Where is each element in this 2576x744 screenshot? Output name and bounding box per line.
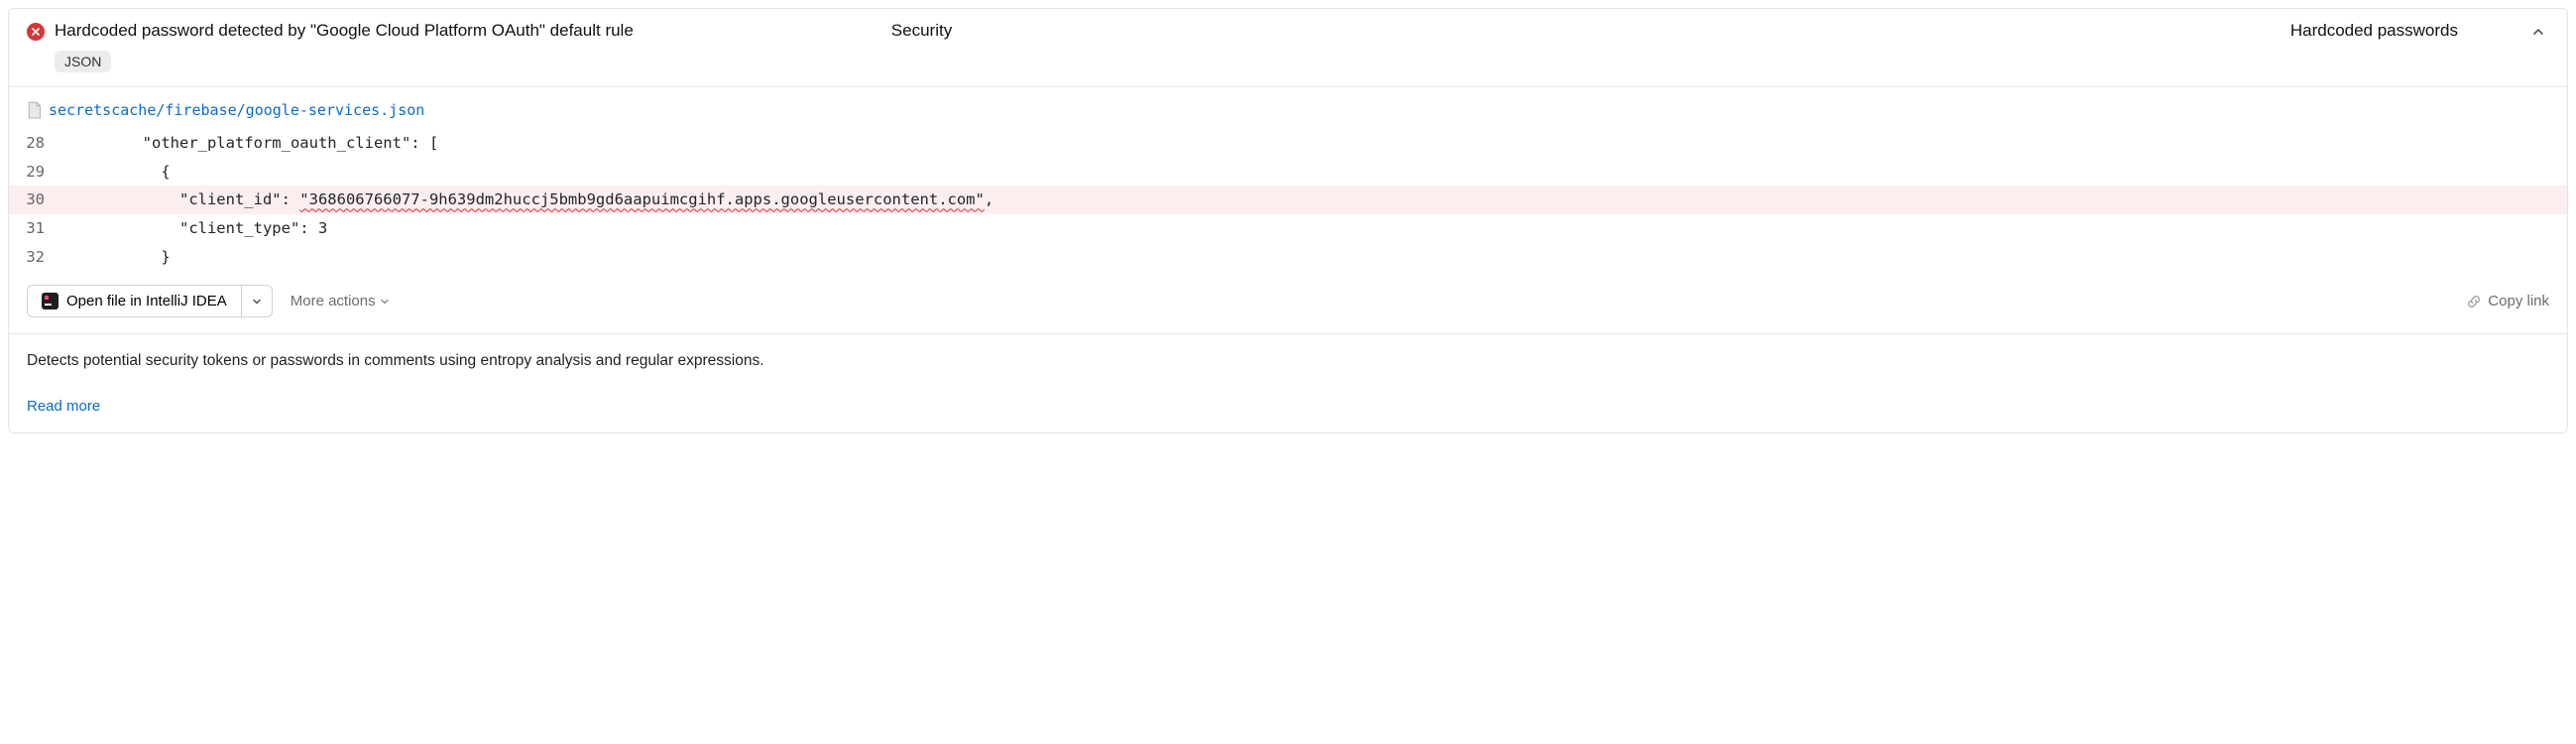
code-content: "other_platform_oauth_client": [ — [68, 129, 438, 158]
description-box: Detects potential security tokens or pas… — [9, 334, 2567, 433]
code-block: 28 "other_platform_oauth_client": [29 {3… — [9, 129, 2567, 271]
issue-card: Hardcoded password detected by "Google C… — [8, 8, 2568, 434]
file-icon — [27, 101, 43, 119]
line-number: 31 — [9, 214, 68, 243]
read-more-link[interactable]: Read more — [27, 398, 100, 415]
link-icon — [2466, 294, 2482, 310]
more-actions-button[interactable]: More actions — [291, 293, 390, 310]
open-in-ide-button[interactable]: Open file in IntelliJ IDEA — [27, 285, 241, 317]
line-number: 29 — [9, 158, 68, 186]
issue-header[interactable]: Hardcoded password detected by "Google C… — [9, 9, 2567, 47]
issue-subcategory: Hardcoded passwords — [2290, 21, 2458, 41]
code-content: { — [68, 158, 171, 186]
line-number: 30 — [9, 186, 68, 214]
intellij-icon — [42, 293, 59, 310]
code-line: 31 "client_type": 3 — [9, 214, 2567, 243]
open-ide-dropdown[interactable] — [241, 285, 273, 317]
code-line: 29 { — [9, 158, 2567, 186]
chevron-down-icon — [380, 297, 390, 307]
chevron-down-icon — [252, 297, 262, 307]
issue-category: Security — [891, 21, 952, 41]
code-content: "client_id": "368606766077-9h639dm2huccj… — [68, 186, 994, 214]
copy-link-button[interactable]: Copy link — [2466, 293, 2549, 310]
file-path-link[interactable]: secretscache/firebase/google-services.js… — [49, 101, 424, 119]
code-line: 30 "client_id": "368606766077-9h639dm2hu… — [9, 186, 2567, 214]
collapse-toggle[interactable] — [2527, 21, 2549, 43]
line-number: 28 — [9, 129, 68, 158]
issue-title: Hardcoded password detected by "Google C… — [55, 21, 634, 41]
file-row: secretscache/firebase/google-services.js… — [9, 87, 2567, 129]
language-tag: JSON — [55, 51, 111, 72]
more-actions-label: More actions — [291, 293, 376, 310]
detected-secret: "368606766077-9h639dm2huccj5bmb9gd6aapui… — [299, 190, 985, 208]
open-in-ide-label: Open file in IntelliJ IDEA — [66, 293, 227, 310]
tag-row: JSON — [9, 47, 2567, 86]
copy-link-label: Copy link — [2488, 293, 2549, 310]
code-content: "client_type": 3 — [68, 214, 327, 243]
code-line: 28 "other_platform_oauth_client": [ — [9, 129, 2567, 158]
line-number: 32 — [9, 243, 68, 272]
description-text: Detects potential security tokens or pas… — [27, 352, 2549, 370]
code-content: } — [68, 243, 171, 272]
action-row: Open file in IntelliJ IDEA More actions … — [9, 271, 2567, 333]
code-line: 32 } — [9, 243, 2567, 272]
open-ide-group: Open file in IntelliJ IDEA — [27, 285, 273, 317]
error-icon — [27, 23, 45, 41]
